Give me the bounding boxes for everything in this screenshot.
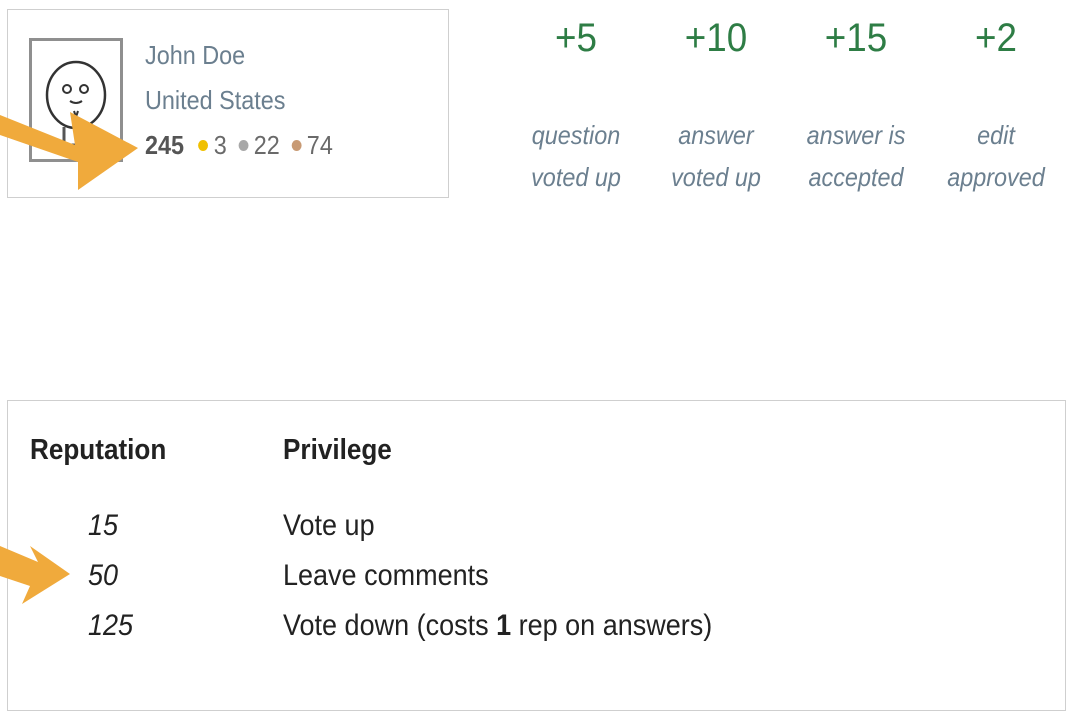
gain-desc-line1: answer is	[806, 120, 906, 150]
privilege-text-post: rep on answers)	[511, 609, 713, 642]
gain-points: +5	[555, 16, 597, 60]
table-row: 50 Leave comments	[8, 561, 1065, 601]
gold-badge-count: 3	[213, 129, 227, 160]
gain-description: question voted up	[513, 114, 639, 198]
gain-answer-voted-up: +10 answer voted up	[646, 18, 786, 198]
row-reputation: 15	[88, 509, 119, 542]
gain-desc-line2: voted up	[671, 162, 761, 192]
user-stats: 245 3 22 74	[145, 129, 345, 160]
gain-desc-line1: question	[531, 120, 621, 150]
gain-description: answer voted up	[653, 114, 779, 198]
header-reputation: Reputation	[30, 434, 167, 466]
gain-desc-line1: edit	[977, 120, 1015, 150]
gain-desc-line2: approved	[947, 162, 1045, 192]
row-privilege: Vote up	[283, 509, 375, 542]
gain-desc-line2: accepted	[808, 162, 904, 192]
table-row: 15 Vote up	[8, 511, 1065, 551]
reputation-gains: +5 question voted up +10 answer voted up…	[506, 18, 1066, 208]
row-reputation: 125	[88, 609, 134, 642]
gain-desc-line1: answer	[678, 120, 754, 150]
row-privilege: Vote down (costs 1 rep on answers)	[283, 611, 712, 641]
user-location: United States	[145, 85, 286, 115]
gain-question-voted-up: +5 question voted up	[506, 18, 646, 198]
gain-edit-approved: +2 edit approved	[926, 18, 1066, 198]
privilege-table: Reputation Privilege 15 Vote up 50 Leave…	[7, 400, 1066, 711]
gain-points: +2	[975, 16, 1017, 60]
privilege-text-pre: Vote down (costs	[283, 609, 497, 642]
row-privilege: Leave comments	[283, 559, 489, 592]
bronze-badge-icon	[291, 139, 302, 151]
pointer-arrow-icon	[0, 546, 70, 604]
row-reputation: 50	[88, 559, 119, 592]
silver-badge-icon	[238, 139, 249, 151]
reputation-score: 245	[145, 129, 185, 160]
gain-description: edit approved	[933, 114, 1059, 198]
silver-badge-count: 22	[253, 129, 280, 160]
gold-badge-icon	[198, 139, 209, 151]
gain-points: +10	[684, 16, 748, 60]
gain-points: +15	[824, 16, 888, 60]
gain-answer-accepted: +15 answer is accepted	[786, 18, 926, 198]
pointer-arrow-icon	[0, 112, 138, 190]
gain-description: answer is accepted	[793, 114, 919, 198]
user-name[interactable]: John Doe	[145, 42, 245, 68]
gain-desc-line2: voted up	[531, 162, 621, 192]
privilege-cost: 1	[496, 609, 512, 642]
bronze-badge-count: 74	[306, 129, 333, 160]
header-privilege: Privilege	[283, 434, 392, 466]
table-row: 125 Vote down (costs 1 rep on answers)	[8, 611, 1065, 651]
